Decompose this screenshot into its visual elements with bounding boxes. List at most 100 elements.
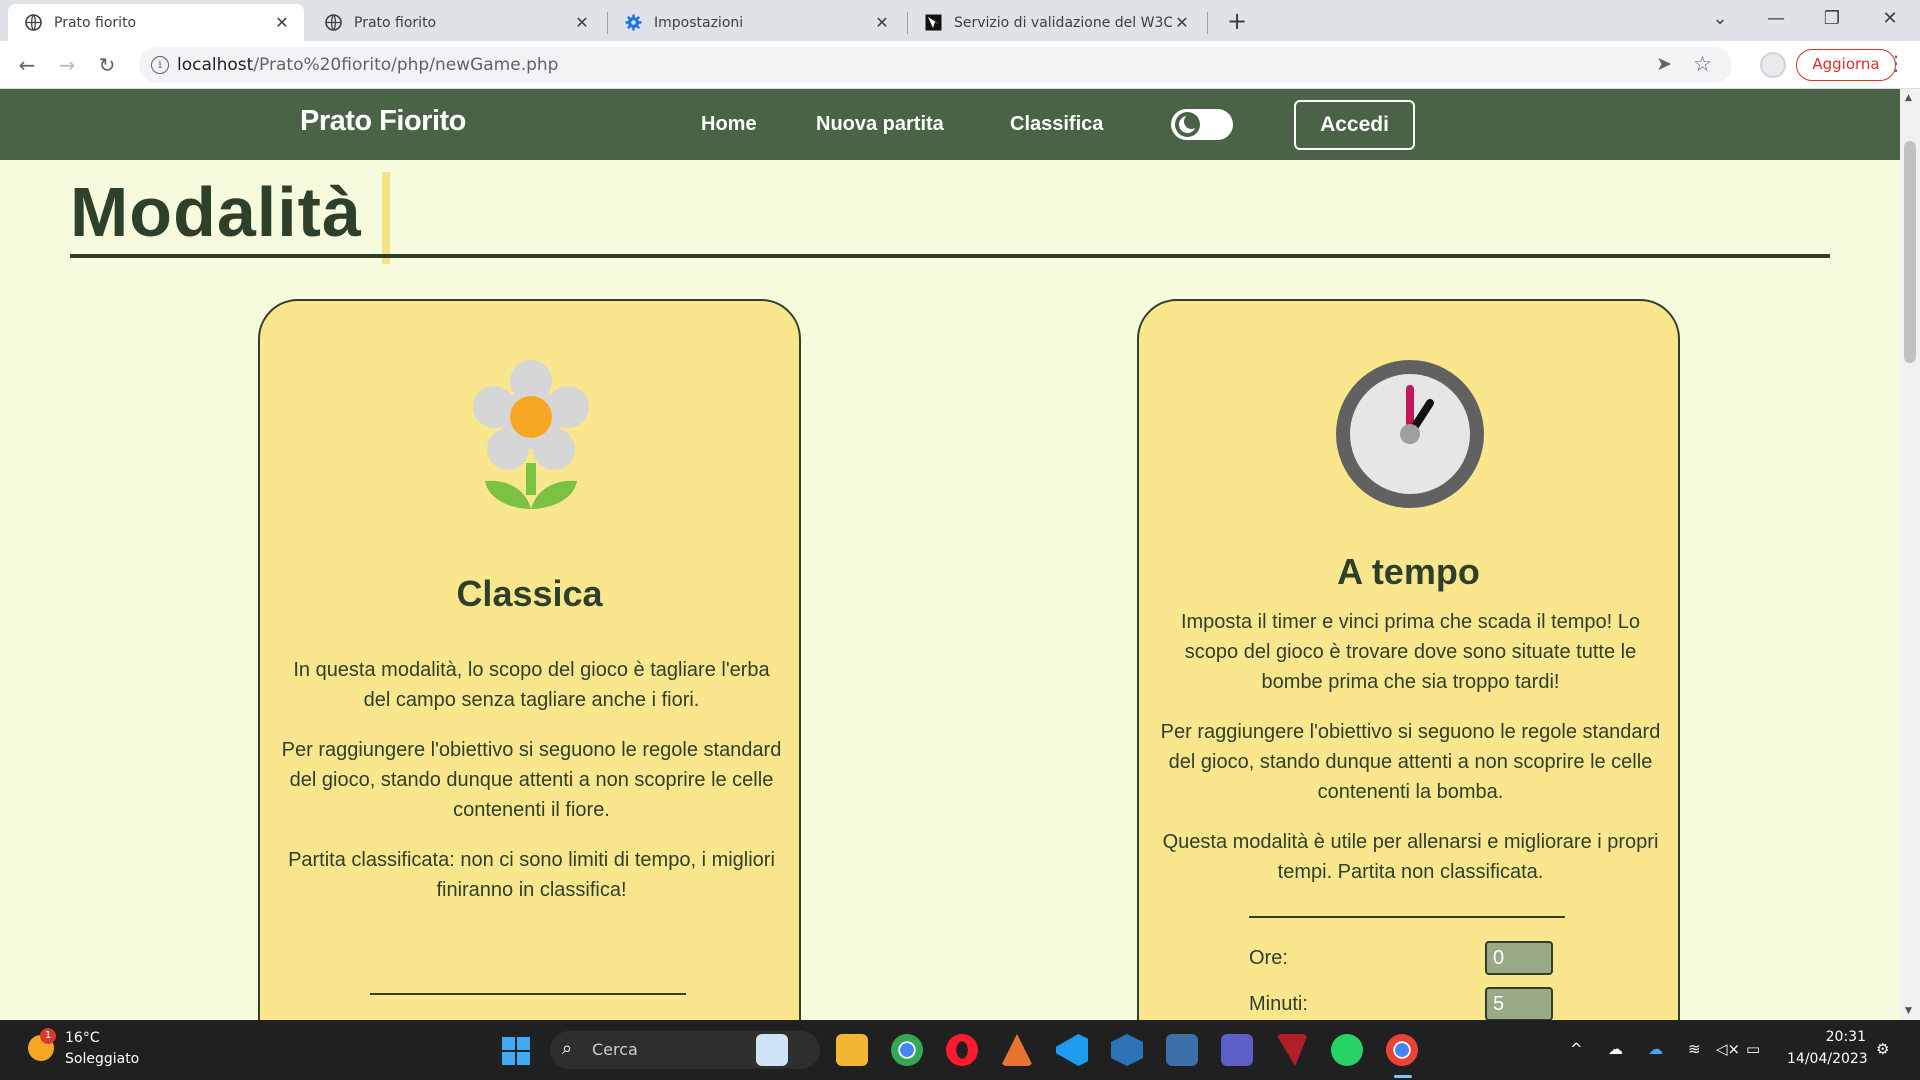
weather-notification-badge: 1 <box>40 1028 56 1044</box>
forward-button[interactable]: → <box>51 49 83 81</box>
weather-description[interactable]: Soleggiato <box>65 1051 139 1067</box>
chrome-icon[interactable] <box>891 1034 923 1066</box>
card-text-classic-1: In questa modalità, lo scopo del gioco è… <box>293 659 770 711</box>
windows-taskbar: 1 16°C Soleggiato ⌕ Cerca ^ ☁ ☁ ≋ ◁× ▭ 2… <box>0 1020 1920 1080</box>
bookmark-star-icon[interactable]: ☆ <box>1693 52 1712 76</box>
tab-prato-fiorito-2[interactable]: Prato fiorito ✕ <box>308 4 604 41</box>
widgets-app-icon[interactable] <box>756 1034 788 1066</box>
window-close-button[interactable]: ✕ <box>1862 0 1918 41</box>
card-text-timed-2: Per raggiungere l'obiettivo si seguono l… <box>1160 721 1661 803</box>
card-heading-timed: A tempo <box>1337 551 1480 592</box>
teams-icon[interactable] <box>1221 1034 1253 1066</box>
close-icon[interactable]: ✕ <box>872 13 892 32</box>
site-brand[interactable]: Prato Fiorito <box>300 105 466 138</box>
nav-classifica[interactable]: Classifica <box>1010 113 1103 136</box>
minimize-button[interactable]: — <box>1748 0 1804 41</box>
page-title: Modalità <box>70 173 362 251</box>
address-bar[interactable]: i localhost/Prato%20fiorito/php/newGame.… <box>139 47 1732 83</box>
tab-search-chevron-icon[interactable]: ⌄ <box>1692 0 1748 41</box>
scroll-down-arrow-icon[interactable]: ▼ <box>1905 1006 1912 1016</box>
send-icon[interactable]: ➤ <box>1656 53 1672 75</box>
scroll-up-arrow-icon[interactable]: ▲ <box>1905 93 1912 103</box>
chrome-active-icon[interactable] <box>1386 1034 1418 1066</box>
site-navbar: Prato Fiorito Home Nuova partita Classif… <box>0 89 1900 160</box>
login-button[interactable]: Accedi <box>1294 100 1415 150</box>
card-divider <box>370 993 686 995</box>
close-icon[interactable]: ✕ <box>272 13 292 32</box>
title-highlight <box>382 172 390 264</box>
site-info-icon[interactable]: i <box>151 56 169 74</box>
dark-mode-toggle[interactable] <box>1171 109 1233 140</box>
card-text-classic-2: Per raggiungere l'obiettivo si seguono l… <box>281 739 782 821</box>
tab-prato-fiorito-1[interactable]: Prato fiorito ✕ <box>8 4 304 41</box>
hours-label: Ore: <box>1249 947 1288 969</box>
moon-icon <box>1175 112 1200 137</box>
tab-title: Prato fiorito <box>54 14 137 31</box>
mode-card-timed[interactable]: A tempo Imposta il timer e vinci prima c… <box>1137 299 1680 1020</box>
new-tab-button[interactable]: + <box>1222 6 1252 36</box>
tab-title: Impostazioni <box>654 14 744 31</box>
tab-separator <box>1207 12 1208 34</box>
url-path: /Prato%20fiorito/php/newGame.php <box>253 55 559 75</box>
minutes-label: Minuti: <box>1249 993 1308 1015</box>
card-divider <box>1249 916 1565 918</box>
back-button[interactable]: ← <box>11 49 43 81</box>
taskbar-search-label: Cerca <box>592 1040 638 1059</box>
sql-tool-icon[interactable] <box>1166 1034 1198 1066</box>
page-scrollbar[interactable]: ▲ ▼ <box>1900 89 1920 1020</box>
tab-w3c-validator[interactable]: Servizio di validazione del W3C p ✕ <box>908 4 1204 41</box>
title-divider <box>70 254 1830 258</box>
gear-icon <box>624 14 642 32</box>
card-text-timed-1: Imposta il timer e vinci prima che scada… <box>1180 611 1641 693</box>
notifications-icon[interactable]: ⚙ <box>1876 1040 1889 1058</box>
globe-icon <box>324 14 342 32</box>
close-icon[interactable]: ✕ <box>572 13 592 32</box>
taskbar-time[interactable]: 20:31 <box>1816 1029 1866 1045</box>
taskbar-date[interactable]: 14/04/2023 <box>1787 1051 1868 1067</box>
browser-toolbar: ← → ↻ i localhost/Prato%20fiorito/php/ne… <box>0 41 1920 89</box>
tab-impostazioni[interactable]: Impostazioni ✕ <box>608 4 904 41</box>
tab-title: Prato fiorito <box>354 14 437 31</box>
url-host: localhost <box>177 55 254 75</box>
nav-home[interactable]: Home <box>701 113 757 136</box>
url-text: localhost/Prato%20fiorito/php/newGame.ph… <box>177 55 558 75</box>
profile-avatar[interactable] <box>1760 52 1786 78</box>
browser-tab-bar: Prato fiorito ✕ Prato fiorito ✕ Impostaz… <box>0 0 1920 41</box>
weather-temperature[interactable]: 16°C <box>65 1030 100 1046</box>
close-icon[interactable]: ✕ <box>1172 13 1192 32</box>
card-text-timed-3: Questa modalità è utile per allenarsi e … <box>1162 831 1659 883</box>
windows-start-icon[interactable] <box>502 1037 530 1065</box>
onedrive-icon[interactable]: ☁ <box>1608 1040 1623 1058</box>
menu-kebab-icon[interactable]: ⋮ <box>1886 51 1906 75</box>
tab-title: Servizio di validazione del W3C p <box>954 14 1172 31</box>
w3c-icon <box>924 14 942 32</box>
card-text-classic-3: Partita classificata: non ci sono limiti… <box>288 849 775 901</box>
mode-card-classic[interactable]: Classica In questa modalità, lo scopo de… <box>258 299 801 1020</box>
volume-muted-icon[interactable]: ◁× <box>1716 1040 1740 1058</box>
vscode-icon[interactable] <box>1056 1034 1088 1066</box>
hours-input[interactable]: 0 <box>1485 941 1553 975</box>
matlab-icon[interactable] <box>1001 1034 1033 1066</box>
wifi-icon[interactable]: ≋ <box>1688 1040 1701 1058</box>
onedrive-blue-icon[interactable]: ☁ <box>1648 1040 1663 1058</box>
minutes-input[interactable]: 5 <box>1485 987 1553 1020</box>
active-app-indicator <box>1394 1075 1412 1078</box>
file-explorer-icon[interactable] <box>836 1034 868 1066</box>
scrollbar-thumb[interactable] <box>1904 141 1916 363</box>
reload-button[interactable]: ↻ <box>91 49 123 81</box>
battery-icon[interactable]: ▭ <box>1746 1040 1760 1058</box>
app-icon[interactable] <box>1276 1034 1308 1066</box>
globe-icon <box>24 14 42 32</box>
restore-button[interactable]: ❐ <box>1804 0 1860 41</box>
clock-icon <box>1336 360 1484 508</box>
virtualbox-icon[interactable] <box>1111 1034 1143 1066</box>
tray-chevron-icon[interactable]: ^ <box>1570 1040 1583 1058</box>
nav-nuova-partita[interactable]: Nuova partita <box>816 113 944 136</box>
search-icon: ⌕ <box>562 1038 573 1059</box>
whatsapp-icon[interactable] <box>1331 1034 1363 1066</box>
flower-icon <box>473 360 589 509</box>
update-button[interactable]: Aggiorna <box>1796 49 1896 81</box>
opera-icon[interactable] <box>946 1034 978 1066</box>
card-heading-classic: Classica <box>456 573 603 614</box>
page-viewport: Prato Fiorito Home Nuova partita Classif… <box>0 89 1900 1020</box>
